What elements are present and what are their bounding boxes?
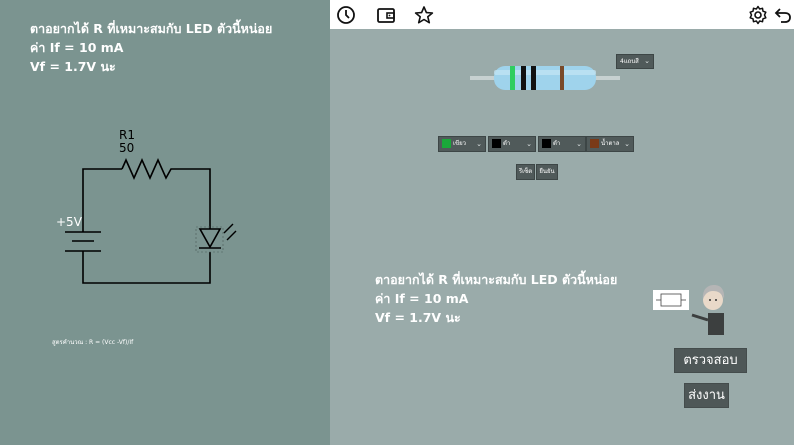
problem-line-1: ตาอยากได้ R ที่เหมาะสมกับ LED ตัวนี้หน่อ…	[375, 272, 618, 287]
band-1-swatch	[442, 139, 451, 148]
resistor-band-1	[510, 66, 515, 90]
chevron-down-icon: ⌄	[644, 57, 650, 65]
gear-icon[interactable]	[747, 4, 769, 26]
band-3-label: ดำ	[553, 140, 561, 147]
band-4-select[interactable]: น้ำตาล ⌄	[586, 136, 634, 152]
workspace-panel: 4แถบสี ⌄ เขียว ⌄ ดำ ⌄ ดำ ⌄ น้ำตาล ⌄ รีเซ…	[330, 0, 794, 445]
resistor-symbol	[121, 158, 175, 180]
band-3-select[interactable]: ดำ ⌄	[538, 136, 586, 152]
submit-button[interactable]: ส่งงาน	[684, 383, 729, 408]
problem-line-2: ค่า If = 10 mA	[375, 291, 469, 306]
band-count-value: 4แถบสี	[620, 58, 639, 65]
band-1-label: เขียว	[453, 140, 467, 147]
led-symbol	[195, 223, 237, 253]
circuit-wire	[82, 168, 211, 284]
band-4-swatch	[590, 139, 599, 148]
undo-icon[interactable]	[772, 4, 794, 26]
chevron-down-icon: ⌄	[624, 140, 630, 148]
band-2-select[interactable]: ดำ ⌄	[488, 136, 536, 152]
chevron-down-icon: ⌄	[476, 140, 482, 148]
problem-panel: ตาอยากได้ R ที่เหมาะสมกับ LED ตัวนี้หน่อ…	[0, 0, 330, 445]
problem-text-repeat: ตาอยากได้ R ที่เหมาะสมกับ LED ตัวนี้หน่อ…	[375, 270, 617, 327]
top-toolbar	[330, 0, 794, 29]
band-4-label: น้ำตาล	[601, 140, 620, 147]
teacher-character-image	[653, 285, 725, 335]
reset-button[interactable]: รีเซ็ต	[516, 164, 535, 180]
source-label: +5V	[56, 215, 83, 229]
resistor-band-4	[560, 66, 564, 90]
formula-text: สูตรคำนวณ : R = (Vcc -Vf)/If	[52, 339, 134, 346]
clock-icon[interactable]	[335, 4, 357, 26]
resistor-image	[470, 66, 620, 90]
chevron-down-icon: ⌄	[526, 140, 532, 148]
battery-symbol	[65, 231, 101, 252]
wallet-icon[interactable]	[375, 4, 397, 26]
resistor-band-2	[521, 66, 526, 90]
band-count-select[interactable]: 4แถบสี ⌄	[616, 54, 654, 69]
resistor-band-3	[531, 66, 536, 90]
band-2-swatch	[492, 139, 501, 148]
problem-line-3: Vf = 1.7V นะ	[375, 310, 461, 325]
band-2-label: ดำ	[503, 140, 511, 147]
resistor-name: R1	[119, 128, 135, 142]
band-1-select[interactable]: เขียว ⌄	[438, 136, 486, 152]
chevron-down-icon: ⌄	[576, 140, 582, 148]
band-3-swatch	[542, 139, 551, 148]
resistor-value: 50	[119, 141, 134, 155]
check-button[interactable]: ตรวจสอบ	[674, 348, 747, 373]
star-icon[interactable]	[413, 4, 435, 26]
circuit-diagram: R1 50 +5V	[56, 128, 237, 284]
confirm-button[interactable]: ยืนยัน	[536, 164, 558, 180]
